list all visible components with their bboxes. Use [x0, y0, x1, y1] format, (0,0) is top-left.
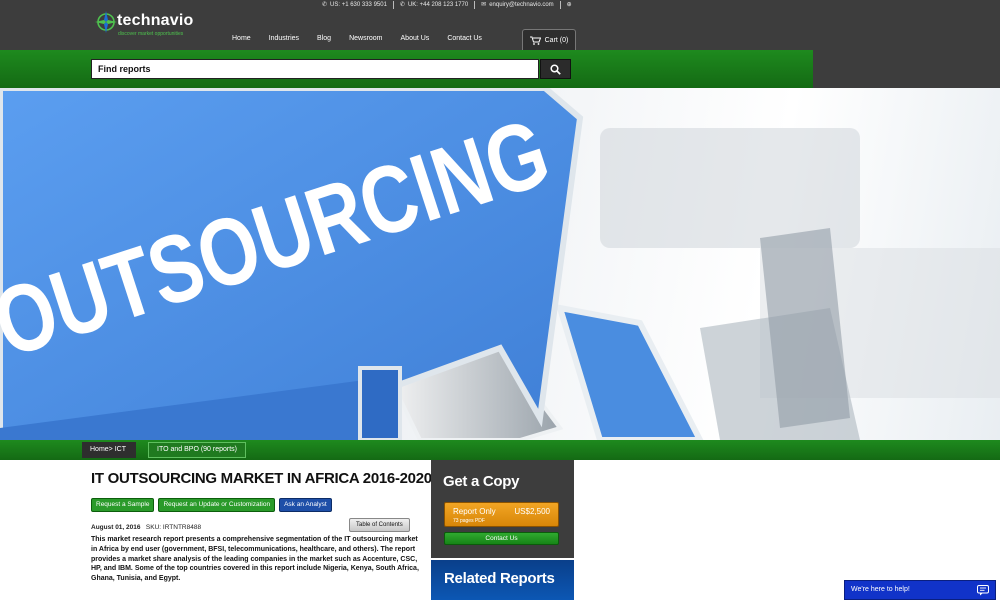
phone-uk[interactable]: ✆ UK: +44 208 123 1770	[399, 1, 469, 9]
globe-icon[interactable]: ⊕	[567, 1, 572, 8]
phone-us-text: US: +1 630 333 9501	[330, 1, 387, 8]
request-update-button[interactable]: Request an Update or Customization	[158, 498, 276, 512]
divider	[559, 0, 561, 9]
technavio-logo[interactable]: technavio discover market opportunities	[95, 10, 205, 42]
outsourcing-arrows-image: OUTSOURCING	[0, 88, 1000, 440]
live-chat-widget[interactable]: We're here to help!	[844, 580, 996, 600]
divider	[474, 0, 476, 9]
phone-icon: ✆	[399, 2, 405, 8]
cart-icon	[529, 36, 541, 45]
contact-us-button[interactable]: Contact Us	[444, 532, 559, 545]
logo-tagline: discover market opportunities	[118, 31, 184, 37]
report-title: IT OUTSOURCING MARKET IN AFRICA 2016-202…	[91, 470, 432, 487]
chat-bubble-icon	[977, 585, 989, 596]
nav-contact-us[interactable]: Contact Us	[438, 30, 491, 48]
nav-newsroom[interactable]: Newsroom	[340, 30, 391, 48]
divider	[392, 0, 394, 9]
report-description: This market research report presents a c…	[91, 536, 419, 583]
get-a-copy-title: Get a Copy	[443, 473, 520, 490]
report-meta: August 01, 2016 SKU: IRTNTR8488	[91, 524, 201, 531]
search-icon	[550, 63, 561, 75]
nav-industries[interactable]: Industries	[260, 30, 308, 48]
nav-home[interactable]: Home	[223, 30, 260, 48]
search-input[interactable]: Find reports	[91, 59, 539, 79]
cart-button[interactable]: Cart (0)	[522, 29, 576, 50]
report-date: August 01, 2016	[91, 524, 141, 531]
related-reports-title: Related Reports	[444, 570, 555, 587]
get-a-copy-panel: Get a Copy Report Only US$2,500 73 pages…	[431, 460, 574, 558]
phone-uk-text: UK: +44 208 123 1770	[407, 1, 469, 8]
mail-icon: ✉	[481, 2, 487, 8]
related-reports-panel: Related Reports	[431, 560, 574, 600]
table-of-contents-button[interactable]: Table of Contents	[349, 518, 410, 532]
phone-icon: ✆	[322, 2, 328, 8]
search-band-right	[813, 50, 1000, 88]
request-sample-button[interactable]: Request a Sample	[91, 498, 155, 512]
chat-label: We're here to help!	[851, 586, 910, 593]
report-only-price-button[interactable]: Report Only US$2,500 73 pages PDF	[444, 502, 559, 527]
price-option-label: Report Only	[453, 507, 496, 516]
breadcrumb-ito-bpo[interactable]: ITO and BPO (90 reports)	[148, 442, 247, 458]
hero-banner: OUTSOURCING	[0, 88, 1000, 440]
main-nav: Home Industries Blog Newsroom About Us C…	[223, 30, 491, 48]
price-format: 73 pages PDF	[453, 518, 485, 524]
compass-logo-icon	[95, 11, 117, 33]
ask-analyst-button[interactable]: Ask an Analyst	[279, 498, 332, 512]
logo-wordmark: technavio	[117, 12, 194, 29]
price-value: US$2,500	[514, 507, 550, 516]
cart-label: Cart (0)	[544, 36, 569, 44]
email-link[interactable]: ✉ enquiry@technavio.com	[481, 1, 554, 9]
email-text: enquiry@technavio.com	[489, 1, 554, 8]
contact-topbar: ✆ US: +1 630 333 9501 ✆ UK: +44 208 123 …	[322, 0, 572, 9]
breadcrumb-home-ict[interactable]: Home> ICT	[82, 442, 136, 458]
nav-about-us[interactable]: About Us	[392, 30, 439, 48]
report-sku: SKU: IRTNTR8488	[145, 524, 202, 531]
nav-blog[interactable]: Blog	[308, 30, 340, 48]
report-actions: Request a Sample Request an Update or Cu…	[91, 498, 332, 512]
search-button[interactable]	[540, 59, 571, 79]
phone-us[interactable]: ✆ US: +1 630 333 9501	[322, 1, 387, 9]
